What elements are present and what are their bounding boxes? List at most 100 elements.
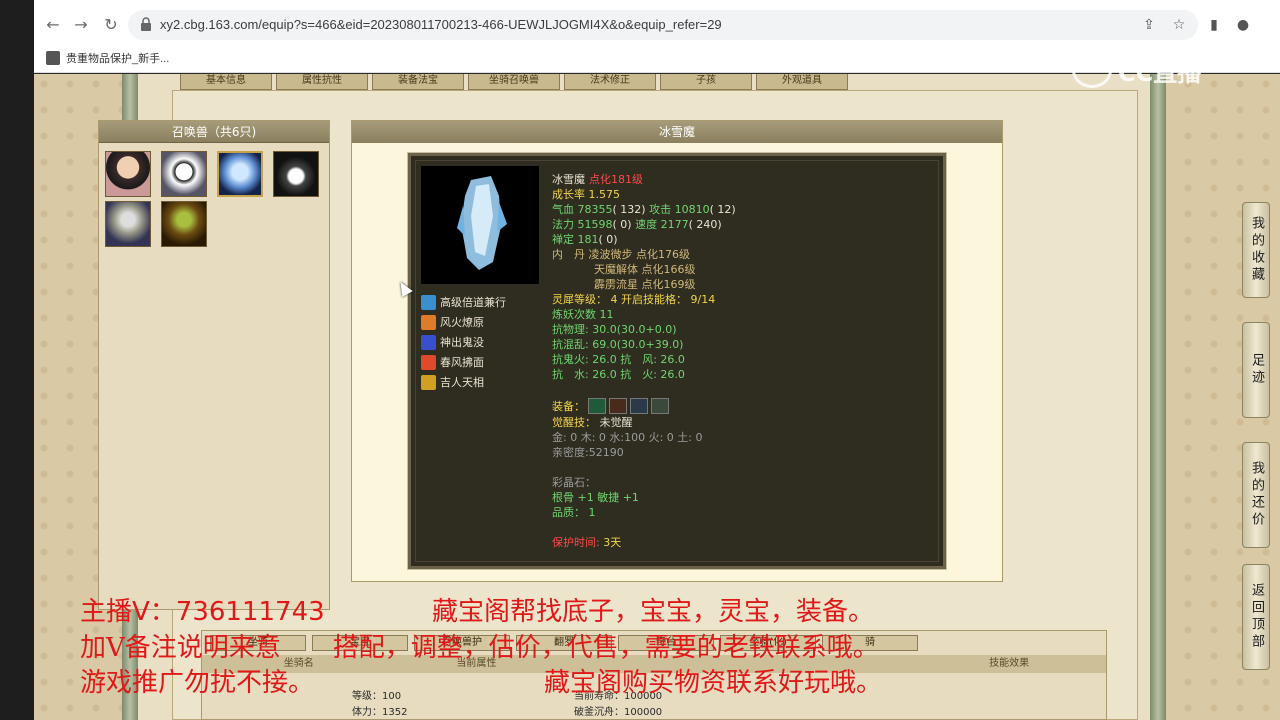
growth-label: 成长率 [552, 188, 585, 201]
pet-thumb[interactable] [161, 151, 207, 197]
overlay-note: 加V备注说明来意 搭配，调整，估价，代售，需要的老铁联系哦。 [80, 633, 879, 663]
equip-collar-icon[interactable] [588, 398, 606, 414]
neidan-item: 凌波微步 点化176级 [588, 248, 691, 261]
star-icon[interactable]: ☆ [1170, 16, 1188, 34]
atk-label: 攻击 [649, 203, 672, 216]
frame-right [1150, 74, 1166, 720]
equip-armor-icon[interactable] [609, 398, 627, 414]
lingxi-slots: 9/14 [690, 293, 716, 306]
tab-basic[interactable]: 基本信息 [180, 74, 272, 90]
neidan-item: 霹雳流星 点化169级 [594, 278, 696, 291]
spd-label: 速度 [635, 218, 658, 231]
hp-value: 78355 [577, 203, 613, 216]
pet-portrait [421, 166, 539, 284]
watermark: CC直播 [1072, 50, 1242, 90]
tab-spells[interactable]: 法术修正 [564, 74, 656, 90]
lingxi-label: 灵犀等级： [552, 293, 607, 306]
tab-attributes[interactable]: 属性抗性 [276, 74, 368, 90]
equipment-row: 装备： [552, 397, 932, 415]
atk-value: 10810 [674, 203, 710, 216]
side-button-label: 我的还价 [1249, 461, 1264, 529]
skill-item[interactable]: 春风拂面 [421, 352, 506, 372]
atk-bonus: ( 12) [709, 203, 736, 216]
pet-thumb[interactable] [105, 151, 151, 197]
mount-stamina: 体力：1352 [352, 707, 408, 718]
neidan-item: 天魔解体 点化166级 [594, 263, 696, 276]
tab-equipment[interactable]: 装备法宝 [372, 74, 464, 90]
mp-label: 法力 [552, 218, 574, 231]
skill-wind-icon [421, 354, 436, 370]
pet-grid [105, 151, 327, 247]
pet-thumb[interactable] [273, 151, 319, 197]
equip-label: 装备： [552, 399, 585, 413]
side-button-label: 返回顶部 [1249, 583, 1264, 651]
side-button-footprint[interactable]: 足迹 [1242, 322, 1270, 418]
profile-icon[interactable]: ● [1234, 16, 1252, 34]
skill-speed-icon [421, 294, 436, 310]
tab-summons[interactable]: 坐骑召唤兽 [468, 74, 560, 90]
bookmark-favicon-icon [46, 51, 60, 65]
protect-label: 保护时间: [552, 536, 600, 549]
spd-value: 2177 [660, 218, 689, 231]
pet-detail-title: 冰雪魔 [352, 121, 1002, 143]
share-icon[interactable]: ⇪ [1140, 16, 1158, 34]
lingxi-value: 4 开启技能格： [610, 293, 688, 306]
equip-ornament-icon[interactable] [651, 398, 669, 414]
gem-quality: 品质： 1 [552, 506, 596, 519]
bookmark-item[interactable]: 贵重物品保护_新手... [46, 50, 169, 66]
resist-water-fire: 抗 水: 26.0 抗 火: 26.0 [552, 368, 685, 381]
url-text[interactable]: xy2.cbg.163.com/equip?s=466&eid=20230801… [160, 17, 722, 32]
hp-bonus: ( 132) [612, 203, 646, 216]
zen-label: 禅定 [552, 233, 574, 246]
skill-item[interactable]: 风火燎原 [421, 312, 506, 332]
pet-name: 冰雪魔 [552, 173, 585, 186]
spd-bonus: ( 240) [688, 218, 722, 231]
col-header: 技能效果 [989, 658, 1030, 669]
skill-item[interactable]: 高级倍道兼行 [421, 292, 506, 312]
protect-value: 3天 [603, 536, 622, 549]
overlay-services: 藏宝阁帮找底子，宝宝，灵宝，装备。 [432, 597, 875, 627]
skill-ghost-icon [421, 334, 436, 350]
side-button-label: 我的收藏 [1249, 216, 1264, 284]
reload-icon[interactable]: ↻ [100, 14, 122, 36]
equip-amulet-icon[interactable] [630, 398, 648, 414]
skill-fire-icon [421, 314, 436, 330]
zen-bonus: ( 0) [598, 233, 618, 246]
back-icon[interactable]: ← [42, 14, 64, 36]
pet-thumb-selected[interactable] [217, 151, 263, 197]
forward-icon[interactable]: → [70, 14, 92, 36]
five-elements: 金: 0 木: 0 水:100 火: 0 土: 0 [552, 431, 703, 444]
growth-value: 1.575 [588, 188, 621, 201]
awaken-value: 未觉醒 [599, 416, 633, 429]
side-button-counteroffer[interactable]: 我的还价 [1242, 442, 1270, 548]
mp-bonus: ( 0) [612, 218, 632, 231]
bookmark-label: 贵重物品保护_新手... [66, 53, 170, 65]
pet-level: 点化181级 [589, 173, 643, 186]
site-info-icon[interactable] [140, 17, 152, 31]
overlay-buy: 藏宝阁购买物资联系好玩哦。 [544, 668, 883, 698]
awaken-label: 觉醒技： [552, 416, 596, 429]
skill-list: 高级倍道兼行 风火燎原 神出鬼没 春风拂面 吉人天相 [421, 292, 506, 392]
intimacy: 亲密度:52190 [552, 446, 624, 459]
side-button-top[interactable]: 返回顶部 [1242, 564, 1270, 670]
side-button-label: 足迹 [1249, 353, 1264, 387]
side-button-favorites[interactable]: 我的收藏 [1242, 202, 1270, 298]
zen-value: 181 [577, 233, 599, 246]
pet-thumb[interactable] [161, 201, 207, 247]
pet-thumb[interactable] [105, 201, 151, 247]
pet-stats: 冰雪魔 点化181级 成长率 1.575 气血 78355( 132) 攻击 10… [552, 172, 932, 550]
sidepanel-icon[interactable]: ▮ [1205, 16, 1223, 34]
mp-value: 51598 [577, 218, 613, 231]
resist-physical: 抗物理: 30.0(30.0+0.0) [552, 323, 677, 336]
overlay-no-ads: 游戏推广勿扰不接。 [80, 668, 315, 698]
summon-panel-title: 召唤兽（共6只) [99, 121, 329, 143]
skill-item[interactable]: 吉人天相 [421, 372, 506, 392]
tab-appearance[interactable]: 外观道具 [756, 74, 848, 90]
lianyao-count: 炼妖次数 11 [552, 308, 614, 321]
left-edge [0, 0, 34, 720]
top-tabs: 基本信息 属性抗性 装备法宝 坐骑召唤兽 法术修正 子孩 外观道具 [180, 74, 848, 90]
skill-luck-icon [421, 374, 436, 390]
tab-children[interactable]: 子孩 [660, 74, 752, 90]
summon-panel: 召唤兽（共6只) [98, 120, 330, 610]
skill-item[interactable]: 神出鬼没 [421, 332, 506, 352]
